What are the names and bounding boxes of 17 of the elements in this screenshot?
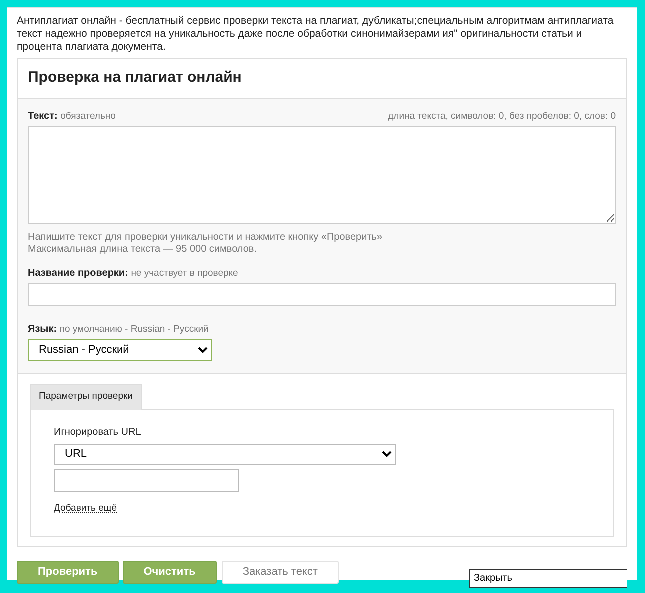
help-text: Максимальная длина текста — 95 000 символов.: [28, 244, 258, 256]
url-select[interactable]: URL: [54, 444, 396, 464]
text-label: Текст: обязательно: [28, 110, 116, 124]
language-label: Язык: по умолчанию - Russian - Русский: [28, 324, 209, 335]
intro-text: Антиплагиат онлайн - бесплатный сервис проверки текста на плагиат, дубликаты;специальным алгоритмам антиплагиата текст надежно проверяется на уникальность даже после обработки синонимайзерами ия" оригинальности статьи и процента плагиата документа.: [16, 14, 615, 55]
text-area[interactable]: [28, 126, 616, 224]
add-more-link[interactable]: Добавить ещё: [54, 502, 118, 516]
tab[interactable]: Параметры проверки: [30, 384, 142, 410]
name-label: Название проверки: не участвует в проверке: [28, 268, 238, 279]
text-counter: длина текста, символов: 0, без пробелов: 0, слов: 0: [388, 110, 616, 124]
order-button[interactable]: Заказать текст: [222, 561, 339, 584]
help-text: Напишите текст для проверки уникальности и нажмите кнопку «Проверить»: [28, 232, 384, 244]
name-field[interactable]: [28, 283, 616, 306]
language-select[interactable]: Russian - Русский: [28, 339, 212, 362]
close-field[interactable]: Закрыть: [469, 569, 627, 588]
ignore-url-label: Игнорировать URL: [54, 426, 142, 440]
url-field[interactable]: [54, 468, 239, 492]
